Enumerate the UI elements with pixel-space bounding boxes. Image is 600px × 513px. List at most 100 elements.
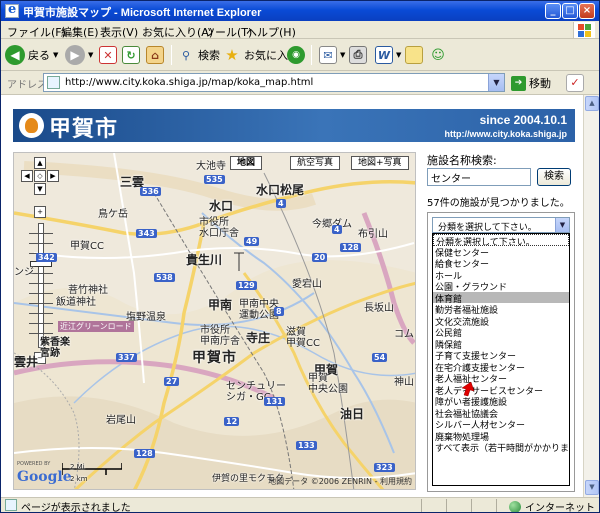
map-label: 市役所 水口庁舎	[199, 217, 239, 239]
category-option[interactable]: すべて表示（若干時間がかかります	[433, 441, 569, 453]
pan-center-button[interactable]: ◇	[34, 170, 46, 182]
facility-search-input[interactable]: センター	[427, 168, 531, 186]
address-bar: アドレス(D) http://www.city.koka.shiga.jp/ma…	[1, 71, 599, 95]
scroll-up-icon[interactable]: ▲	[585, 96, 599, 111]
pan-left-button[interactable]: ◀	[21, 170, 33, 182]
category-option[interactable]: 分類を選択して下さい。	[433, 234, 569, 246]
go-button[interactable]: ➔ 移動	[511, 75, 551, 91]
category-option[interactable]: 隣保館	[433, 338, 569, 350]
maximize-button[interactable]: □	[562, 3, 578, 19]
category-option[interactable]: 老人デイサービスセンター	[433, 384, 569, 396]
category-dropdown-list[interactable]: 分類を選択して下さい。 保健センター 給食センター ホール 公園・グラウンド 体育館 勤労者…	[432, 233, 570, 486]
map-view[interactable]: 地図 航空写真 地図+写真 ▲ ◀ ◇ ▶ ▼ + − 大池寺 三雲 水口松尾 …	[13, 152, 416, 490]
route-number: 535	[204, 175, 225, 184]
printer-icon: ⎙	[349, 46, 367, 64]
status-text: ページが表示されました	[21, 503, 131, 513]
scale-mi: 2 Mi	[70, 463, 85, 471]
chevron-down-icon[interactable]: ▼	[555, 218, 569, 232]
category-option[interactable]: 公民館	[433, 326, 569, 338]
category-option[interactable]: シルバー人材センター	[433, 418, 569, 430]
map-label: 甲賀 中央公園	[308, 373, 348, 395]
search-icon: ⚲	[181, 48, 191, 62]
edit-button[interactable]: W ▼	[375, 44, 401, 66]
menu-help[interactable]: ヘルプ(H)	[246, 24, 296, 40]
route-number: 133	[296, 441, 317, 450]
map-label: 寺庄	[246, 331, 271, 345]
route-number: 12	[224, 417, 240, 426]
scale-km: 2 km	[70, 475, 88, 483]
mail-button[interactable]: ✉ ▼	[319, 44, 345, 66]
discuss-button[interactable]	[405, 44, 423, 66]
category-list-frame: 分類を選択して下さい。 ▼ 分類を選択して下さい。 保健センター 給食センター ホール…	[427, 212, 575, 492]
title-bar[interactable]: 甲賀市施設マップ - Microsoft Internet Explorer _…	[1, 1, 599, 21]
messenger-button[interactable]: ☺	[429, 44, 447, 66]
pan-down-button[interactable]: ▼	[34, 183, 46, 195]
route-number: 536	[140, 187, 161, 196]
minimize-button[interactable]: _	[545, 3, 561, 19]
print-button[interactable]: ⎙	[349, 44, 367, 66]
category-option[interactable]: 公園・グラウンド	[433, 280, 569, 292]
facility-search-panel: 施設名称検索: センター 検索 57件の施設が見つかりました。 分類を選択して下…	[425, 152, 583, 497]
category-option[interactable]: 在宅介護支援センター	[433, 361, 569, 373]
address-input[interactable]: http://www.city.koka.shiga.jp/map/koka_m…	[43, 73, 505, 92]
zoom-in-button[interactable]: +	[34, 206, 46, 218]
route-number: 49	[244, 237, 260, 246]
close-button[interactable]: ×	[579, 3, 595, 19]
menu-file[interactable]: ファイル(F)	[7, 24, 66, 40]
globe-icon	[509, 500, 521, 512]
route-number: 4	[276, 199, 286, 208]
star-icon: ★	[225, 46, 239, 64]
map-copyright: 地図データ ©2006 ZENRIN - 利用規約	[268, 477, 412, 486]
vertical-scrollbar[interactable]: ▲ ▼	[583, 95, 599, 497]
facility-search-button[interactable]: 検索	[537, 168, 571, 186]
chevron-down-icon: ▼	[88, 51, 94, 59]
chevron-down-icon: ▼	[53, 51, 59, 59]
category-option[interactable]: 障がい者援護施設	[433, 395, 569, 407]
map-label: 岩尾山	[106, 415, 136, 426]
pan-up-button[interactable]: ▲	[34, 157, 46, 169]
home-button[interactable]: ⌂	[146, 44, 164, 66]
map-label: 神山	[394, 377, 414, 388]
back-label: 戻る	[28, 49, 50, 62]
route-number: 8	[274, 307, 284, 316]
category-option[interactable]: 社会福祉協議会	[433, 407, 569, 419]
category-option[interactable]: 体育館	[433, 291, 569, 303]
back-button[interactable]: ◀ 戻る ▼	[5, 44, 58, 66]
category-option[interactable]: 老人福祉センター	[433, 372, 569, 384]
category-option[interactable]: ホール	[433, 269, 569, 281]
zoom-slider-track[interactable]	[38, 223, 44, 348]
site-brand: 甲賀市	[49, 117, 119, 142]
site-url: http://www.city.koka.shiga.jp	[444, 129, 567, 139]
category-select[interactable]: 分類を選択して下さい。 ▼	[432, 217, 570, 233]
category-option[interactable]: 文化交流施設	[433, 315, 569, 327]
site-since: since 2004.10.1	[479, 113, 567, 127]
address-dropdown-icon[interactable]: ▼	[488, 74, 504, 91]
menu-edit[interactable]: 編集(E)	[61, 24, 99, 40]
media-button[interactable]: ◉	[287, 44, 305, 66]
city-logo-icon	[19, 113, 44, 138]
category-option[interactable]: 廃棄物処理場	[433, 430, 569, 442]
stop-button[interactable]: ✕	[99, 44, 117, 66]
menu-bar: ファイル(F) 編集(E) 表示(V) お気に入り(A) ツール(T) ヘルプ(…	[1, 21, 599, 39]
refresh-button[interactable]: ↻	[122, 44, 140, 66]
norton-icon[interactable]: ✓	[566, 74, 584, 92]
map-type-hybrid-button[interactable]: 地図+写真	[351, 156, 409, 170]
status-bar: ページが表示されました インターネット	[1, 497, 599, 513]
map-type-satellite-button[interactable]: 航空写真	[290, 156, 341, 170]
pan-right-button[interactable]: ▶	[47, 170, 59, 182]
scroll-down-icon[interactable]: ▼	[585, 480, 599, 495]
map-type-map-button[interactable]: 地図	[230, 156, 263, 170]
forward-button[interactable]: ▶ ▼	[65, 44, 93, 66]
map-label: 飯道神社	[56, 297, 96, 308]
category-option[interactable]: 保健センター	[433, 246, 569, 258]
ie-icon	[5, 2, 19, 18]
menu-favorites[interactable]: お気に入り(A)	[142, 24, 213, 40]
result-count: 57件の施設が見つかりました。	[427, 198, 570, 209]
menu-view[interactable]: 表示(V)	[100, 24, 138, 40]
category-option[interactable]: 子育て支援センター	[433, 349, 569, 361]
search-button[interactable]: ⚲ 検索	[177, 44, 220, 66]
category-option[interactable]: 勤労者福祉施設	[433, 303, 569, 315]
map-label: 紫香楽 宮跡	[40, 337, 70, 359]
category-option[interactable]: 給食センター	[433, 257, 569, 269]
stop-icon: ✕	[99, 46, 117, 64]
